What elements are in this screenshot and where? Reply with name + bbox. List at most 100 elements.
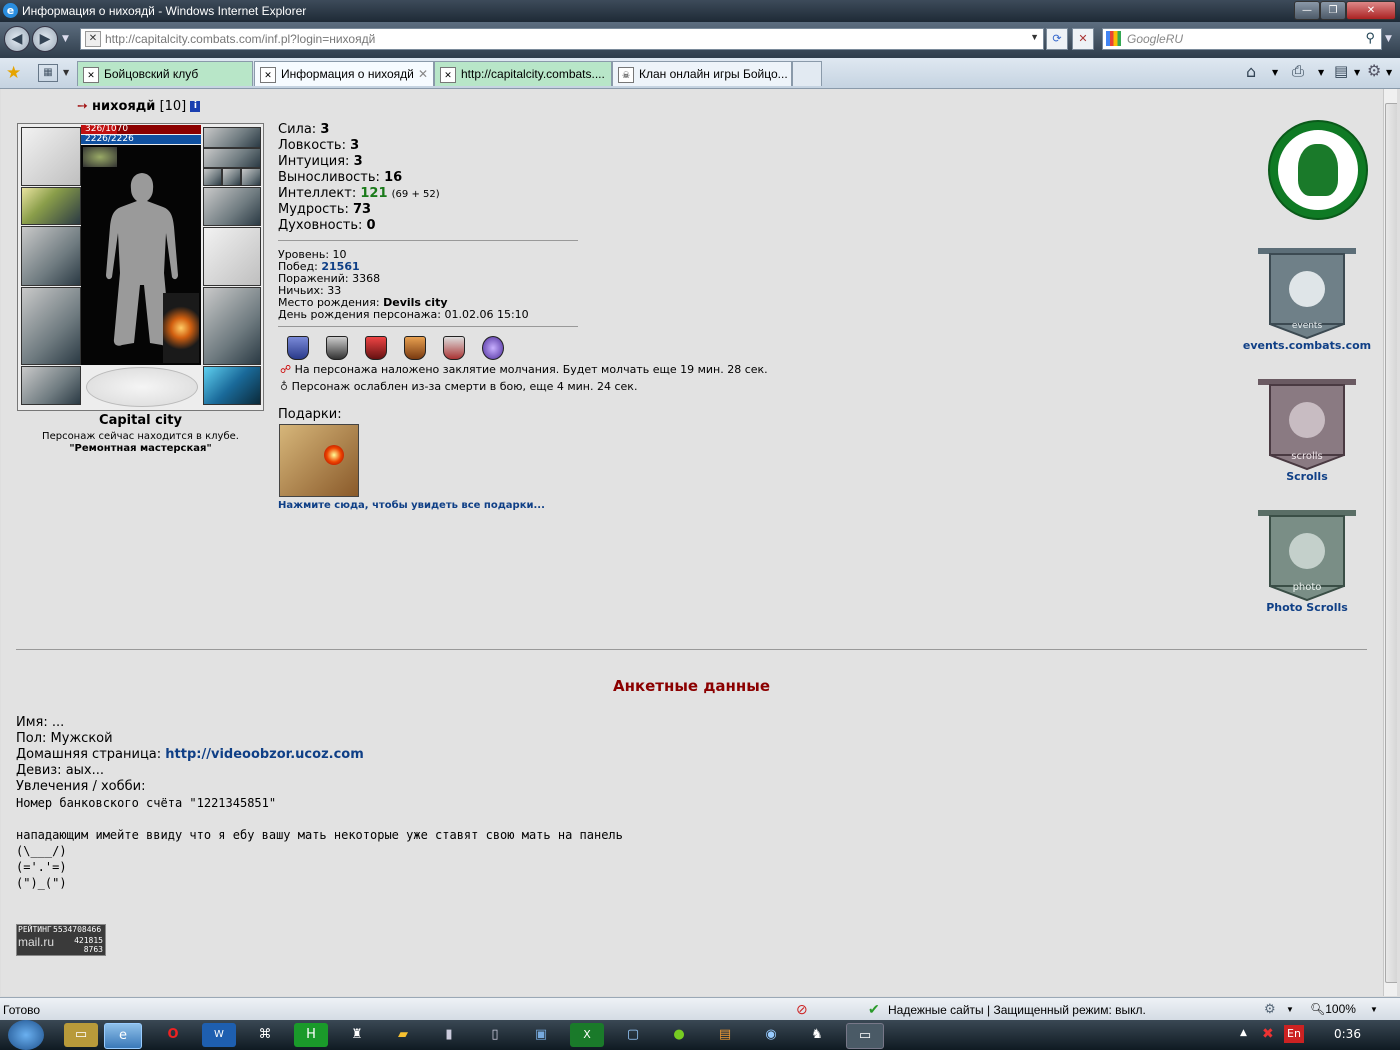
app-taskbar-icon[interactable]: ♜ — [340, 1023, 374, 1047]
tray-icon[interactable]: ✖ — [1262, 1026, 1274, 1042]
tab-list-dropdown-icon[interactable]: ▼ — [63, 68, 69, 77]
quick-tabs-icon[interactable]: ▦ — [38, 64, 58, 82]
shield-item[interactable] — [163, 293, 199, 363]
search-input[interactable]: GoogleRU ⚲ — [1102, 28, 1382, 50]
app-taskbar-icon[interactable]: ◉ — [754, 1023, 788, 1047]
minimize-button[interactable]: — — [1294, 1, 1320, 20]
maximize-button[interactable]: ❐ — [1320, 1, 1346, 20]
tab-clan[interactable]: ☠ Клан онлайн игры Бойцо... — [612, 61, 792, 86]
stop-icon[interactable]: ✕ — [1072, 28, 1094, 50]
clan-badge-icon[interactable] — [404, 336, 426, 360]
tab-favicon: ✕ — [440, 66, 456, 83]
clan-badge-icon[interactable] — [326, 336, 348, 360]
app-taskbar-icon[interactable]: ▤ — [708, 1023, 742, 1047]
earring-slot[interactable] — [203, 127, 261, 148]
app-taskbar-icon[interactable]: ▮ — [432, 1023, 466, 1047]
zoom-dropdown-icon[interactable]: ▼ — [1370, 1005, 1378, 1014]
clan-badge-icon[interactable] — [287, 336, 309, 360]
page-menu-icon[interactable]: ▤ — [1334, 62, 1348, 80]
app-taskbar-button[interactable]: ▭ — [846, 1023, 884, 1049]
opera-taskbar-icon[interactable]: O — [156, 1023, 190, 1047]
clan-badge-icon[interactable] — [443, 336, 465, 360]
necklace-slot[interactable] — [203, 148, 261, 168]
home-dropdown-icon[interactable]: ▼ — [1272, 68, 1278, 77]
vertical-scrollbar[interactable] — [1383, 89, 1397, 996]
excel-taskbar-icon[interactable]: X — [570, 1023, 604, 1047]
photo-scrolls-emblem[interactable]: photo — [1256, 506, 1358, 604]
protected-mode-icon[interactable]: ⚙ — [1264, 1001, 1276, 1017]
language-indicator[interactable]: En — [1284, 1025, 1304, 1043]
back-button[interactable]: ◀ — [4, 26, 30, 52]
ring-slot-3[interactable] — [241, 168, 261, 186]
clan-logo[interactable] — [1268, 120, 1368, 220]
armor-slot[interactable] — [21, 287, 81, 365]
weapon-right-slot[interactable] — [203, 227, 261, 286]
ring-slot-1[interactable] — [203, 168, 222, 186]
tools-gear-icon[interactable]: ⚙ — [1367, 61, 1381, 80]
taskbar: ▭ e O W ⌘ H ♜ ▰ ▮ ▯ ▣ X ▢ ● ▤ ◉ ♞ ▭ ▲ ✖ … — [0, 1020, 1400, 1050]
stat-agility: Ловкость: 3 — [278, 138, 360, 153]
weapon-left-slot[interactable] — [21, 226, 81, 286]
profile-gender: Пол: Мужской — [16, 731, 113, 746]
app-taskbar-icon[interactable]: ▰ — [386, 1023, 420, 1047]
refresh-icon[interactable]: ⟳ — [1046, 28, 1068, 50]
boots-slot[interactable] — [203, 366, 261, 405]
scrolls-emblem[interactable]: scrolls — [1256, 375, 1358, 473]
app-taskbar-icon[interactable]: ● — [662, 1023, 696, 1047]
gift-item[interactable] — [279, 424, 359, 497]
forward-button[interactable]: ▶ — [32, 26, 58, 52]
ring-slot-2[interactable] — [222, 168, 241, 186]
tab-character-info[interactable]: ✕ Информация о нихоядй ✕ — [254, 61, 434, 86]
favorites-star-icon[interactable]: ★ — [6, 63, 21, 83]
zone-dropdown-icon[interactable]: ▼ — [1286, 1005, 1294, 1014]
explorer-taskbar-icon[interactable]: ▭ — [64, 1023, 98, 1047]
events-emblem[interactable]: events — [1256, 244, 1358, 342]
scrollbar-thumb[interactable] — [1385, 103, 1397, 983]
homepage-link[interactable]: http://videoobzor.ucoz.com — [165, 747, 363, 762]
url-dropdown-icon[interactable]: ▼ — [1030, 32, 1039, 42]
clan-badge-icon[interactable] — [482, 336, 504, 360]
new-tab-button[interactable] — [792, 61, 822, 86]
start-button[interactable] — [8, 1020, 44, 1050]
word-taskbar-icon[interactable]: W — [202, 1023, 236, 1047]
bracers-slot[interactable] — [21, 187, 81, 225]
ie-taskbar-button[interactable]: e — [104, 1023, 142, 1049]
effect-weakened: ♁ Персонаж ослаблен из-за смерти в бою, … — [280, 380, 638, 393]
security-zone[interactable]: Надежные сайты | Защищенный режим: выкл. — [888, 1003, 1146, 1017]
photo-scrolls-link[interactable]: Photo Scrolls — [1237, 601, 1377, 614]
app-taskbar-icon[interactable]: H — [294, 1023, 328, 1047]
app-taskbar-icon[interactable]: ⌘ — [248, 1023, 282, 1047]
zoom-level[interactable]: 🔍︎100% — [1310, 1002, 1356, 1016]
belt-slot[interactable] — [21, 366, 81, 405]
search-icon[interactable]: ⚲ — [1365, 30, 1375, 46]
search-options-icon[interactable]: ▼ — [1385, 34, 1392, 44]
home-icon[interactable]: ⌂ — [1246, 62, 1256, 81]
popup-blocker-icon[interactable]: ⊘ — [796, 1001, 808, 1018]
page-dropdown-icon[interactable]: ▼ — [1354, 68, 1360, 77]
save-taskbar-icon[interactable]: ▣ — [524, 1023, 558, 1047]
clan-badge-icon[interactable] — [365, 336, 387, 360]
helmet-slot[interactable] — [21, 127, 81, 186]
url-field[interactable]: ✕ http://capitalcity.combats.com/inf.pl?… — [80, 28, 1044, 50]
clock[interactable]: 0:36 — [1334, 1027, 1361, 1041]
gloves-slot[interactable] — [203, 187, 261, 226]
tools-dropdown-icon[interactable]: ▼ — [1386, 68, 1392, 77]
tab-close-icon[interactable]: ✕ — [418, 62, 428, 86]
events-link[interactable]: events.combats.com — [1237, 339, 1377, 352]
location-line: Персонаж сейчас находится в клубе. — [42, 431, 239, 442]
all-gifts-link[interactable]: Нажмите сюда, чтобы увидеть все подарки.… — [278, 500, 545, 511]
scrolls-link[interactable]: Scrolls — [1237, 470, 1377, 483]
rating-counter[interactable]: РЕЙТИНГ 5534708466 mail.ru 421815 8763 — [16, 924, 106, 956]
print-dropdown-icon[interactable]: ▼ — [1318, 68, 1324, 77]
tray-expand-icon[interactable]: ▲ — [1240, 1028, 1247, 1038]
tab-fight-club[interactable]: ✕ Бойцовский клуб — [77, 61, 253, 86]
history-dropdown-icon[interactable]: ▼ — [62, 34, 69, 44]
tab-capitalcity[interactable]: ✕ http://capitalcity.combats.... — [434, 61, 612, 86]
app-taskbar-icon[interactable]: ▯ — [478, 1023, 512, 1047]
info-icon[interactable]: i — [190, 101, 201, 112]
print-icon[interactable]: ⎙ — [1292, 62, 1304, 80]
close-button[interactable]: ✕ — [1346, 1, 1396, 20]
pants-slot[interactable] — [203, 287, 261, 365]
app-taskbar-icon[interactable]: ▢ — [616, 1023, 650, 1047]
app-taskbar-icon[interactable]: ♞ — [800, 1023, 834, 1047]
